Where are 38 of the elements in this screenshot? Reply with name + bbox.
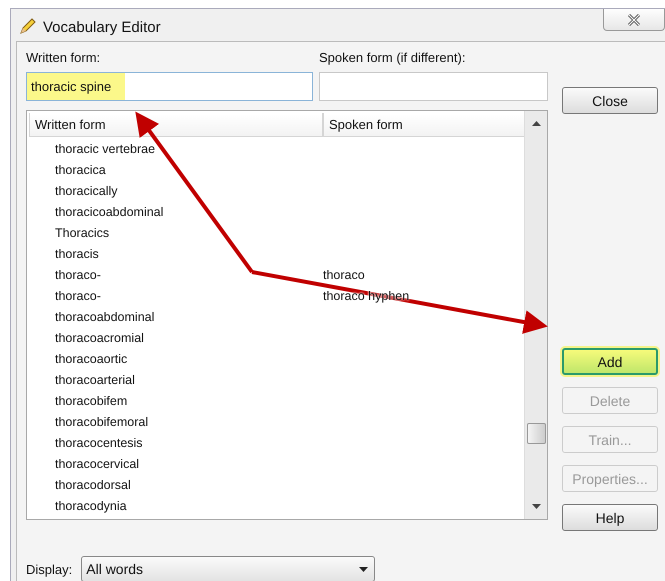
dialog-button[interactable]: Help bbox=[562, 504, 658, 531]
table-cell-text: thoraco- bbox=[54, 288, 102, 302]
dropdown-caret-icon bbox=[359, 566, 368, 572]
table-cell-text: thoracoacromial bbox=[54, 330, 145, 344]
table-cell-text: thoracocentesis bbox=[54, 436, 144, 450]
input-field[interactable] bbox=[319, 72, 548, 101]
scroll-up-icon[interactable] bbox=[532, 121, 540, 126]
table-cell-text: thoracobifemoral bbox=[54, 414, 150, 428]
field-label: Written form: bbox=[26, 50, 102, 65]
window-title: Vocabulary Editor bbox=[43, 19, 161, 36]
display-dropdown[interactable]: All words bbox=[81, 556, 376, 581]
table-cell-text: thoracis bbox=[54, 246, 100, 260]
table-cell-text: thoracocervical bbox=[54, 456, 140, 470]
table-cell-text: thoracoaortic bbox=[54, 352, 128, 366]
field-label: Spoken form (if different): bbox=[319, 50, 466, 65]
column-header[interactable]: Spoken form bbox=[323, 113, 524, 137]
table-cell-text: thoracoabdominal bbox=[54, 310, 156, 324]
pencil-icon bbox=[19, 17, 37, 35]
display-label: Display: bbox=[26, 562, 72, 576]
close-button[interactable]: Close bbox=[562, 87, 658, 114]
table-cell-text: thoracica bbox=[54, 162, 107, 176]
table-cell-text: thoraco- bbox=[54, 268, 102, 282]
table-cell-text: thoracobifem bbox=[54, 394, 128, 408]
table-cell-text: thoracodorsal bbox=[54, 478, 132, 492]
dialog-button[interactable]: Add bbox=[562, 348, 658, 375]
table-cell-text: thoracoarterial bbox=[54, 372, 136, 386]
table-cell: thoraco bbox=[323, 268, 365, 282]
scrollbar[interactable] bbox=[524, 111, 547, 519]
column-header[interactable]: Written form bbox=[29, 113, 323, 137]
table-cell-text: thoracically bbox=[54, 184, 119, 198]
table-cell-text: thoracodynia bbox=[54, 498, 128, 512]
scroll-down-icon[interactable] bbox=[532, 504, 540, 509]
table-cell-text: thoracic vertebrae bbox=[54, 142, 156, 156]
close-icon[interactable] bbox=[603, 9, 665, 31]
scroll-thumb[interactable] bbox=[526, 423, 546, 444]
input-field[interactable]: thoracic spine bbox=[26, 72, 313, 101]
table-cell-text: thoracicoabdominal bbox=[54, 204, 164, 218]
table-cell-text: Thoracics bbox=[54, 226, 110, 240]
